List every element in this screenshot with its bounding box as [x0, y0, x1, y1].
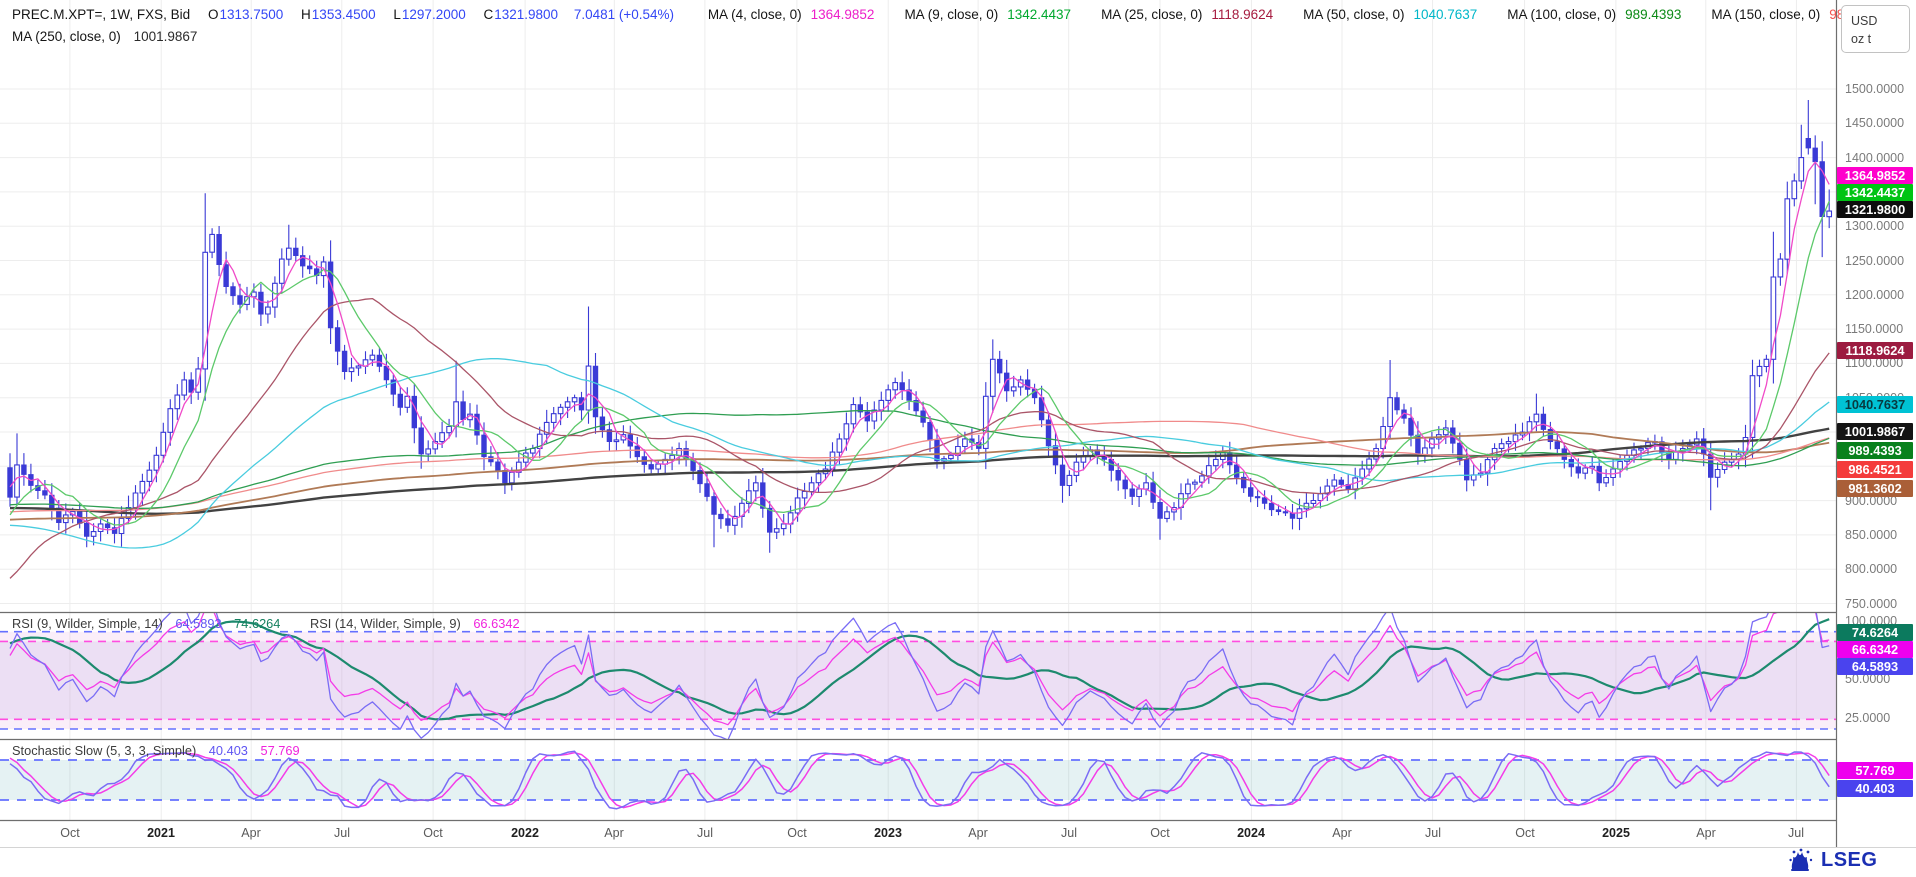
rsi-value-box: 66.6342: [1837, 641, 1913, 658]
x-axis-tick-label: Jul: [1788, 826, 1804, 840]
y-axis-tick-label: 850.0000: [1845, 527, 1897, 543]
price-label-box: 1342.4437: [1837, 184, 1913, 201]
x-axis-tick-label: 2025: [1602, 826, 1630, 840]
lseg-logo: LSEG: [1789, 848, 1877, 872]
low-value: 1297.2000: [402, 7, 466, 22]
rsi14-value: 66.6342: [473, 616, 519, 631]
ma-legend-label: MA (250, close, 0): [12, 29, 121, 44]
ma-legend-value: 1342.4437: [1007, 7, 1071, 22]
ma-legend-value: 1001.9867: [134, 29, 198, 44]
price-label-box: 981.3602: [1837, 480, 1913, 497]
stochastic-d-value: 57.769: [260, 743, 299, 758]
price-label-box: 989.4393: [1837, 442, 1913, 459]
price-label-box: 1321.9800: [1837, 201, 1913, 218]
stochastic-legend: Stochastic Slow (5, 3, 3, Simple) 40.403…: [12, 743, 300, 758]
x-axis-tick-label: Jul: [1425, 826, 1441, 840]
price-label-box: 1040.7637: [1837, 396, 1913, 413]
ma-legend-label: MA (50, close, 0): [1303, 7, 1404, 22]
x-axis-tick-label: Apr: [1332, 826, 1351, 840]
x-axis-tick-label: 2022: [511, 826, 539, 840]
rsi-value-box: 74.6264: [1837, 624, 1913, 641]
x-axis-tick-label: Apr: [1696, 826, 1715, 840]
ma-legend-item: MA (50, close, 0) 1040.7637: [1303, 7, 1477, 22]
x-axis-tick-label: 2021: [147, 826, 175, 840]
y-axis-tick-label: 1450.0000: [1845, 115, 1904, 131]
net-change-value: 7.0481 (+0.54%): [574, 7, 674, 22]
high-label: H: [301, 7, 311, 22]
price-label-box: 1118.9624: [1837, 342, 1913, 359]
price-label-box: 1001.9867: [1837, 423, 1913, 440]
open-label: O: [208, 7, 219, 22]
x-axis-tick-label: 2023: [874, 826, 902, 840]
x-axis-tick-label: Oct: [423, 826, 442, 840]
stochastic-study-label: Stochastic Slow (5, 3, 3, Simple): [12, 743, 196, 758]
close-label: C: [484, 7, 494, 22]
y-axis-tick-label: 1400.0000: [1845, 150, 1904, 166]
axis-unit-box[interactable]: USD oz t: [1841, 5, 1910, 53]
x-axis-tick-label: Oct: [1515, 826, 1534, 840]
ma-legend-label: MA (100, close, 0): [1507, 7, 1616, 22]
ma-legend-label: MA (25, close, 0): [1101, 7, 1202, 22]
ma-legend-value: 1040.7637: [1413, 7, 1477, 22]
rsi-axis-tick-label: 25.0000: [1845, 710, 1890, 726]
ma-legend-item: MA (25, close, 0) 1118.9624: [1101, 7, 1273, 22]
rsi-study-label: RSI (9, Wilder, Simple, 14): [12, 616, 163, 631]
low-label: L: [393, 7, 401, 22]
stochastic-k-value: 40.403: [209, 743, 248, 758]
rsi9-average-value: 74.6264: [234, 616, 280, 631]
lseg-crest-icon: [1789, 848, 1815, 872]
ma-legend-label: MA (4, close, 0): [708, 7, 802, 22]
open-value: 1313.7500: [219, 7, 283, 22]
ma-legend-value: 989.4393: [1625, 7, 1681, 22]
y-axis-tick-label: 1150.0000: [1845, 321, 1903, 337]
x-axis-tick-label: Apr: [604, 826, 623, 840]
x-axis-tick-label: Jul: [334, 826, 350, 840]
high-value: 1353.4500: [312, 7, 376, 22]
ma-legend-label: MA (150, close, 0): [1711, 7, 1820, 22]
x-axis-tick-label: 2024: [1237, 826, 1265, 840]
rsi14-study-label: RSI (14, Wilder, Simple, 9): [310, 616, 461, 631]
ma-legend-row: MA (4, close, 0) 1364.9852 MA (9, close, 0…: [678, 7, 1916, 22]
stochastic-value-box: 40.403: [1837, 780, 1913, 797]
stochastic-value-box: 57.769: [1837, 762, 1913, 779]
x-axis-tick-label: Oct: [787, 826, 806, 840]
y-axis-tick-label: 1250.0000: [1845, 253, 1904, 269]
x-axis-tick-label: Apr: [241, 826, 260, 840]
chart-application: PREC.M.XPT=, 1W, FXS, Bid O1313.7500 H13…: [0, 0, 1916, 877]
ma250-legend: MA (250, close, 0) 1001.9867: [12, 29, 197, 44]
instrument-title: PREC.M.XPT=, 1W, FXS, Bid: [12, 7, 190, 22]
ma-legend-item: MA (100, close, 0) 989.4393: [1507, 7, 1681, 22]
axis-unit-measure: oz t: [1851, 30, 1909, 48]
y-axis-tick-label: 1200.0000: [1845, 287, 1904, 303]
x-axis-tick-label: Jul: [1061, 826, 1077, 840]
price-label-box: 1364.9852: [1837, 167, 1913, 184]
x-axis-tick-label: Jul: [697, 826, 713, 840]
ma-legend-label: MA (9, close, 0): [904, 7, 998, 22]
rsi-legend: RSI (9, Wilder, Simple, 14) 64.5893 74.6…: [12, 616, 520, 631]
rsi-value-box: 64.5893: [1837, 658, 1913, 675]
main-chart-legend: PREC.M.XPT=, 1W, FXS, Bid O1313.7500 H13…: [12, 7, 1916, 22]
y-axis-tick-label: 750.0000: [1845, 596, 1897, 612]
rsi9-value: 64.5893: [175, 616, 221, 631]
y-axis-tick-label: 1300.0000: [1845, 218, 1904, 234]
ma-legend-item: MA (4, close, 0) 1364.9852: [708, 7, 875, 22]
close-value: 1321.9800: [494, 7, 558, 22]
y-axis-tick-label: 800.0000: [1845, 561, 1897, 577]
x-axis-tick-label: Apr: [968, 826, 987, 840]
lseg-wordmark: LSEG: [1821, 849, 1877, 872]
axis-unit-currency: USD: [1851, 12, 1909, 30]
price-label-box: 986.4521: [1837, 461, 1913, 478]
x-axis-tick-label: Oct: [60, 826, 79, 840]
ma-legend-value: 1364.9852: [811, 7, 875, 22]
ma-legend-value: 1118.9624: [1211, 7, 1273, 22]
ma-legend-item: MA (9, close, 0) 1342.4437: [904, 7, 1071, 22]
x-axis-tick-label: Oct: [1150, 826, 1169, 840]
y-axis-tick-label: 1500.0000: [1845, 81, 1904, 97]
